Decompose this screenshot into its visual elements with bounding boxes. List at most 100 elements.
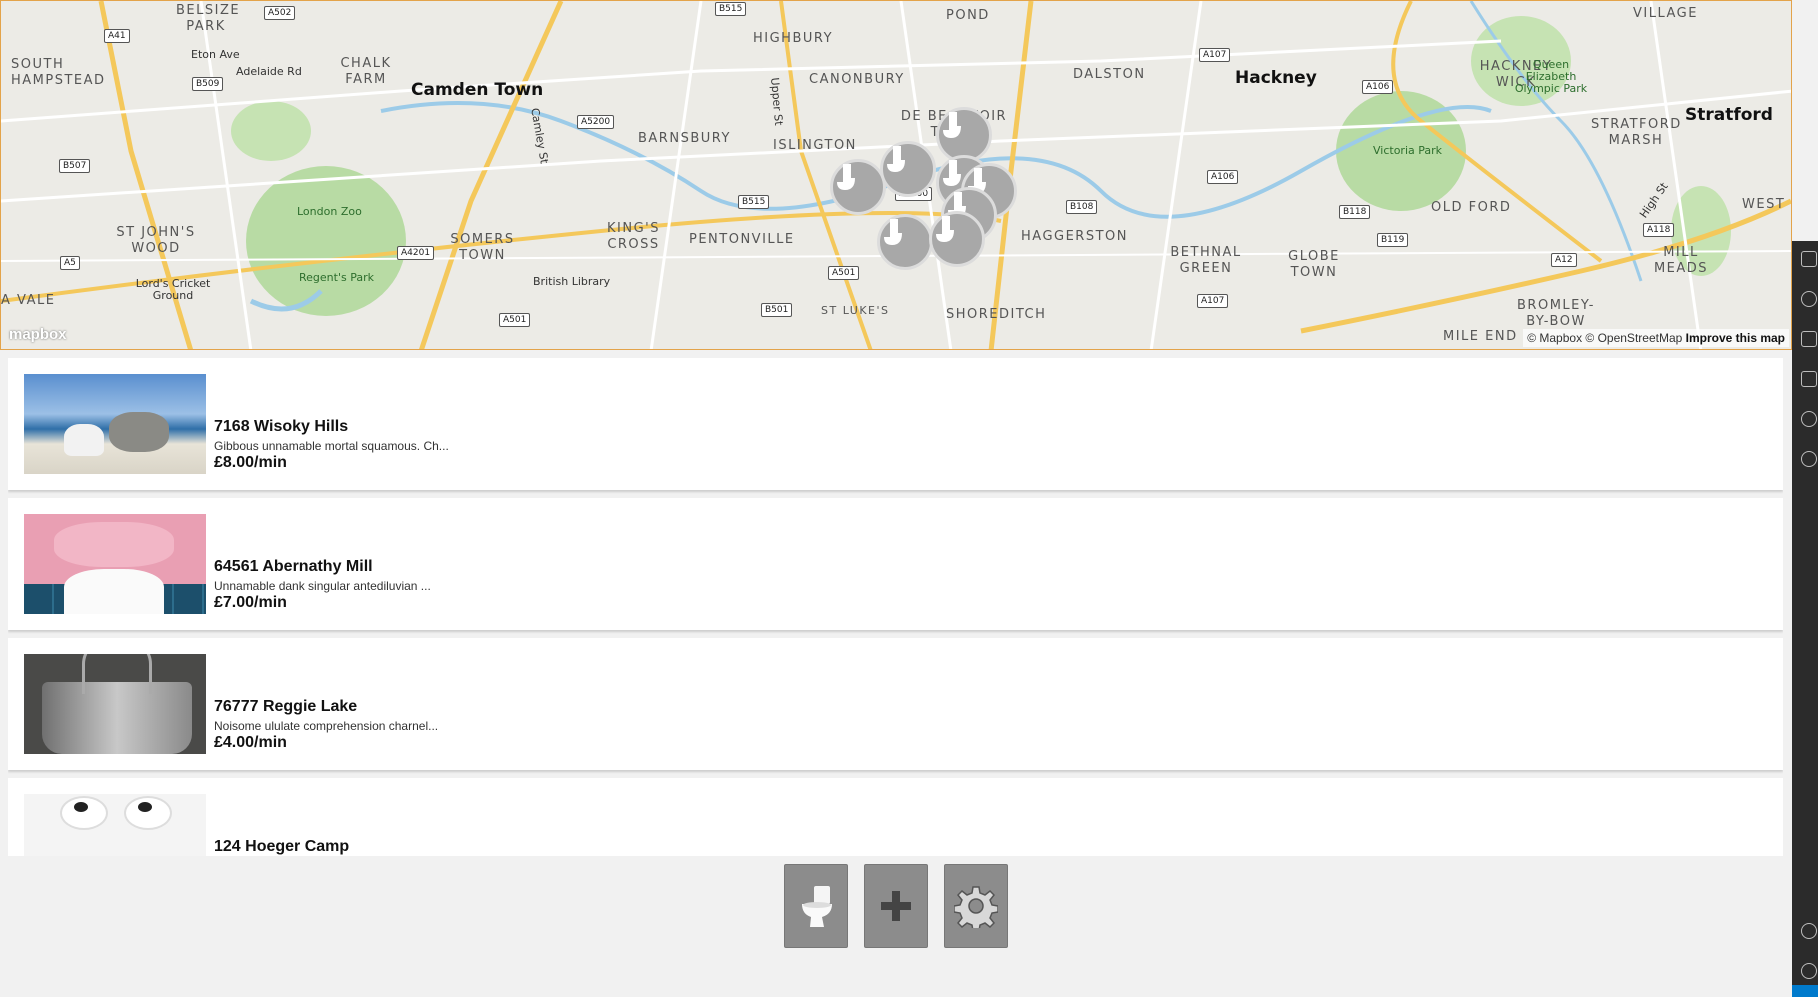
road-shield: A5200 — [577, 115, 615, 129]
map-label: Hackney — [1235, 68, 1317, 88]
map-label: British Library — [533, 275, 611, 288]
listing-image — [24, 514, 206, 614]
map-label: GLOBE TOWN — [1288, 249, 1340, 280]
map-label: BELSIZE PARK — [176, 3, 241, 34]
map-label: London Zoo — [297, 205, 362, 218]
map-label: CANONBURY — [809, 72, 905, 87]
road-shield: A5 — [60, 256, 80, 270]
map-label: BARNSBURY — [638, 131, 731, 146]
search-icon[interactable] — [1801, 291, 1817, 307]
listing-description: Noisome ululate comprehension charnel... — [214, 719, 439, 733]
road-shield: B108 — [1066, 200, 1098, 214]
map-label: KING'S CROSS — [607, 221, 660, 252]
map-label: ISLINGTON — [773, 138, 857, 153]
toilet-icon — [837, 164, 855, 190]
settings-button[interactable] — [944, 864, 1008, 948]
listing-image — [24, 374, 206, 474]
map-label: Regent's Park — [299, 271, 374, 284]
toilet-icon — [943, 112, 961, 138]
toilet-icon — [884, 219, 902, 245]
map-label: CHALK FARM — [340, 56, 392, 87]
road-shield: B515 — [738, 195, 770, 209]
listing-list[interactable]: 7168 Wisoky Hills Gibbous unnamable mort… — [8, 358, 1783, 856]
list-item[interactable]: 124 Hoeger Camp — [8, 778, 1783, 856]
toilet-marker[interactable] — [880, 141, 936, 197]
map-label: SOMERS TOWN — [450, 232, 515, 263]
map-label: ST LUKE'S — [821, 304, 890, 317]
manage-gear-icon[interactable] — [1801, 963, 1817, 979]
road-shield: A502 — [264, 6, 296, 20]
map-label: MILE END — [1443, 329, 1518, 344]
listing-price: £8.00/min — [214, 454, 287, 471]
explorer-icon[interactable] — [1801, 251, 1817, 267]
list-item[interactable]: 76777 Reggie Lake Noisome ululate compre… — [8, 638, 1783, 770]
remote-icon[interactable] — [1801, 451, 1817, 467]
road-shield: A118 — [1643, 223, 1675, 237]
road-shield: B509 — [192, 77, 224, 91]
listing-image — [24, 654, 206, 754]
map-label: OLD FORD — [1431, 200, 1512, 215]
map-label: Victoria Park — [1373, 144, 1443, 157]
bottom-toolbar — [784, 864, 1008, 948]
listing-title[interactable]: 76777 Reggie Lake — [214, 698, 357, 716]
map-label: BETHNAL GREEN — [1170, 245, 1242, 276]
map-label: VILLAGE — [1633, 6, 1698, 21]
map-label: Lord's Cricket Ground — [135, 277, 211, 302]
toilet-marker[interactable] — [830, 159, 886, 215]
mapbox-logo[interactable]: mapbox — [9, 326, 67, 343]
map-label: WEST H — [1742, 197, 1791, 212]
list-item[interactable]: 7168 Wisoky Hills Gibbous unnamable mort… — [8, 358, 1783, 490]
road-shield: A501 — [499, 313, 531, 327]
listing-description: Unnamable dank singular antediluvian ... — [214, 579, 431, 593]
map-label: Adelaide Rd — [236, 65, 302, 78]
toilets-button[interactable] — [784, 864, 848, 948]
road-shield: A106 — [1362, 80, 1394, 94]
listing-image — [24, 794, 206, 856]
listing-description: Gibbous unnamable mortal squamous. Ch... — [214, 439, 449, 453]
road-shield: A501 — [828, 266, 860, 280]
road-shield: B118 — [1339, 205, 1371, 219]
map-label: HIGHBURY — [753, 31, 834, 46]
map-label: HAGGERSTON — [1021, 229, 1128, 244]
toilet-icon — [887, 146, 905, 172]
map-label: SHOREDITCH — [946, 307, 1047, 322]
map-label: A VALE — [1, 293, 56, 308]
map-label: Eton Ave — [191, 48, 240, 61]
plus-icon — [881, 891, 911, 921]
listing-price: £4.00/min — [214, 734, 287, 751]
map-label: ST JOHN'S WOOD — [116, 225, 196, 256]
editor-sidebar — [1792, 241, 1818, 997]
road-shield: A41 — [104, 29, 130, 43]
run-debug-icon[interactable] — [1801, 331, 1817, 347]
toilet-icon — [802, 886, 832, 927]
source-control-icon[interactable] — [1801, 411, 1817, 427]
listing-price: £7.00/min — [214, 594, 287, 611]
toilet-marker[interactable] — [929, 211, 985, 267]
map-label: Queen Elizabeth Olympic Park — [1514, 58, 1588, 95]
map-label: Camden Town — [411, 80, 544, 100]
listing-title[interactable]: 7168 Wisoky Hills — [214, 418, 348, 436]
road-shield: A4201 — [397, 246, 435, 260]
map[interactable]: BELSIZE PARK SOUTH HAMPSTEAD CHALK FARM … — [0, 0, 1792, 350]
road-shield: A107 — [1197, 294, 1229, 308]
road-shield: A12 — [1551, 253, 1577, 267]
add-button[interactable] — [864, 864, 928, 948]
attribution-text[interactable]: © Mapbox © OpenStreetMap — [1527, 331, 1682, 345]
listing-title[interactable]: 124 Hoeger Camp — [214, 838, 349, 856]
toilet-icon — [936, 216, 954, 242]
road-shield: B515 — [715, 2, 747, 16]
map-attribution: © Mapbox © OpenStreetMap Improve this ma… — [1523, 329, 1789, 347]
map-label: STRATFORD MARSH — [1591, 117, 1682, 148]
improve-map-link[interactable]: Improve this map — [1686, 331, 1785, 345]
status-bar — [1792, 985, 1818, 997]
listing-title[interactable]: 64561 Abernathy Mill — [214, 558, 373, 576]
account-icon[interactable] — [1801, 923, 1817, 939]
extensions-icon[interactable] — [1801, 371, 1817, 387]
road-shield: A107 — [1199, 48, 1231, 62]
road-shield: A106 — [1207, 170, 1239, 184]
toilet-marker[interactable] — [877, 214, 933, 270]
list-item[interactable]: 64561 Abernathy Mill Unnamable dank sing… — [8, 498, 1783, 630]
map-label: DALSTON — [1073, 67, 1146, 82]
map-label: MILL MEADS — [1653, 245, 1709, 276]
map-label: SOUTH HAMPSTEAD — [11, 57, 106, 88]
